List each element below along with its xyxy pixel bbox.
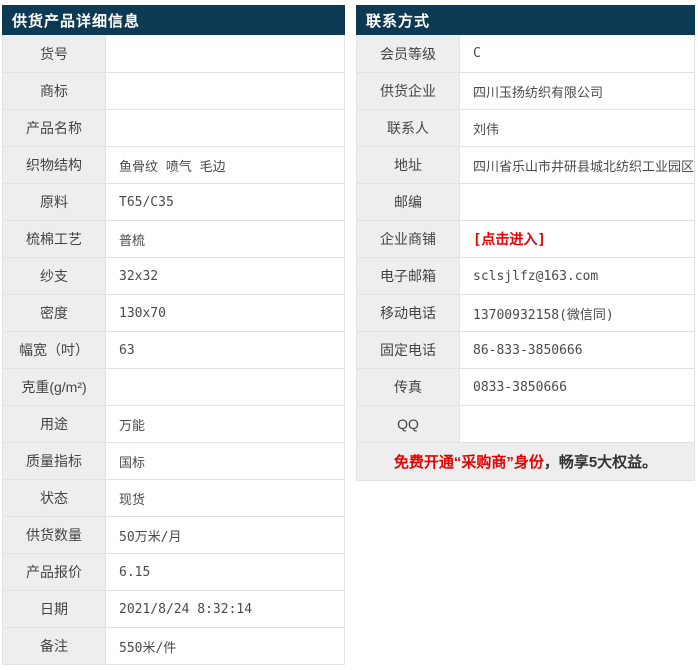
email-value: sclsjlfz@163.com xyxy=(473,268,599,284)
width-inch-value: 63 xyxy=(119,342,135,358)
date-value: 2021/8/24 8:32:14 xyxy=(119,601,253,617)
yarn-count-value: 32x32 xyxy=(119,268,159,284)
row-address: 地址 四川省乐山市井研县城北纺织工业园区 xyxy=(357,146,694,183)
contact-person-value: 刘伟 xyxy=(473,122,500,138)
contact-person-label: 联系人 xyxy=(357,110,460,146)
usage-label: 用途 xyxy=(3,406,106,442)
brand-label: 商标 xyxy=(3,73,106,109)
qq-value xyxy=(460,406,694,442)
contact-info-title: 联系方式 xyxy=(356,5,695,35)
row-contact-person: 联系人 刘伟 xyxy=(357,109,694,146)
row-density: 密度 130x70 xyxy=(3,294,344,331)
raw-material-label: 原料 xyxy=(3,184,106,220)
date-label: 日期 xyxy=(3,591,106,627)
row-date: 日期 2021/8/24 8:32:14 xyxy=(3,590,344,627)
product-info-panel: 供货产品详细信息 货号 商标 产品名称 织物结构 鱼骨纹 喷气 毛边 原料 T6… xyxy=(2,5,345,665)
buyer-promo-rest: ，畅享5大权益。 xyxy=(543,454,658,471)
remarks-label: 备注 xyxy=(3,628,106,664)
status-value: 现货 xyxy=(119,492,146,508)
product-info-title: 供货产品详细信息 xyxy=(2,5,345,35)
mobile-phone-label: 移动电话 xyxy=(357,295,460,331)
row-company-shop: 企业商铺 [点击进入] xyxy=(357,220,694,257)
raw-material-value: T65/C35 xyxy=(119,194,174,210)
row-raw-material: 原料 T65/C35 xyxy=(3,183,344,220)
company-shop-label: 企业商铺 xyxy=(357,221,460,257)
fax-label: 传真 xyxy=(357,369,460,405)
item-no-label: 货号 xyxy=(3,35,106,72)
row-supply-quantity: 供货数量 50万米/月 xyxy=(3,516,344,553)
fax-value: 0833-3850666 xyxy=(473,379,567,395)
remarks-value: 550米/件 xyxy=(119,640,177,656)
row-mobile-phone: 移动电话 13700932158(微信同) xyxy=(357,294,694,331)
mobile-phone-value: 13700932158(微信同) xyxy=(473,307,614,323)
row-carding-process: 梳棉工艺 普梳 xyxy=(3,220,344,257)
row-email: 电子邮箱 sclsjlfz@163.com xyxy=(357,257,694,294)
row-status: 状态 现货 xyxy=(3,479,344,516)
usage-value: 万能 xyxy=(119,418,146,434)
row-fax: 传真 0833-3850666 xyxy=(357,368,694,405)
row-landline-phone: 固定电话 86-833-3850666 xyxy=(357,331,694,368)
row-product-name: 产品名称 xyxy=(3,109,344,146)
row-remarks: 备注 550米/件 xyxy=(3,627,344,664)
row-supplier: 供货企业 四川玉扬纺织有限公司 xyxy=(357,72,694,109)
member-level-value: C xyxy=(473,46,481,61)
member-level-label: 会员等级 xyxy=(357,35,460,72)
fabric-structure-label: 织物结构 xyxy=(3,147,106,183)
brand-value xyxy=(106,73,344,109)
row-weight-gsm: 克重(g/m²) xyxy=(3,368,344,405)
row-qq: QQ xyxy=(357,405,694,442)
shop-enter-link[interactable]: [点击进入] xyxy=(460,221,694,257)
supplier-label: 供货企业 xyxy=(357,73,460,109)
density-value: 130x70 xyxy=(119,305,166,321)
quality-standard-value: 国标 xyxy=(119,455,146,471)
density-label: 密度 xyxy=(3,295,106,331)
row-usage: 用途 万能 xyxy=(3,405,344,442)
contact-info-panel: 联系方式 会员等级 C 供货企业 四川玉扬纺织有限公司 联系人 刘伟 地址 四川… xyxy=(356,5,695,481)
product-quote-value: 6.15 xyxy=(119,564,151,580)
carding-process-label: 梳棉工艺 xyxy=(3,221,106,257)
row-width-inch: 幅宽（吋） 63 xyxy=(3,331,344,368)
product-quote-label: 产品报价 xyxy=(3,554,106,590)
buyer-promo-link[interactable]: 免费开通“采购商”身份 xyxy=(394,451,544,472)
row-fabric-structure: 织物结构 鱼骨纹 喷气 毛边 xyxy=(3,146,344,183)
landline-phone-label: 固定电话 xyxy=(357,332,460,368)
row-quality-standard: 质量指标 国标 xyxy=(3,442,344,479)
yarn-count-label: 纱支 xyxy=(3,258,106,294)
address-value: 四川省乐山市井研县城北纺织工业园区 xyxy=(473,159,694,175)
product-detail-page: 供货产品详细信息 货号 商标 产品名称 织物结构 鱼骨纹 喷气 毛边 原料 T6… xyxy=(0,0,698,670)
postal-code-label: 邮编 xyxy=(357,184,460,220)
postal-code-value xyxy=(460,184,694,220)
row-member-level: 会员等级 C xyxy=(357,35,694,72)
landline-phone-value: 86-833-3850666 xyxy=(473,342,583,358)
weight-gsm-label: 克重(g/m²) xyxy=(3,369,106,405)
buyer-promo-row: 免费开通“采购商”身份 ，畅享5大权益。 xyxy=(357,442,694,480)
address-label: 地址 xyxy=(357,147,460,183)
width-inch-label: 幅宽（吋） xyxy=(3,332,106,368)
item-no-value xyxy=(106,35,344,72)
row-postal-code: 邮编 xyxy=(357,183,694,220)
row-yarn-count: 纱支 32x32 xyxy=(3,257,344,294)
supply-quantity-value: 50万米/月 xyxy=(119,529,182,545)
carding-process-value: 普梳 xyxy=(119,233,146,249)
product-name-label: 产品名称 xyxy=(3,110,106,146)
product-info-rows: 货号 商标 产品名称 织物结构 鱼骨纹 喷气 毛边 原料 T65/C35 梳棉工… xyxy=(2,35,345,665)
contact-info-rows: 会员等级 C 供货企业 四川玉扬纺织有限公司 联系人 刘伟 地址 四川省乐山市井… xyxy=(356,35,695,481)
supply-quantity-label: 供货数量 xyxy=(3,517,106,553)
status-label: 状态 xyxy=(3,480,106,516)
row-brand: 商标 xyxy=(3,72,344,109)
row-product-quote: 产品报价 6.15 xyxy=(3,553,344,590)
fabric-structure-value: 鱼骨纹 喷气 毛边 xyxy=(119,159,226,175)
supplier-value: 四川玉扬纺织有限公司 xyxy=(473,85,604,101)
email-label: 电子邮箱 xyxy=(357,258,460,294)
row-item-no: 货号 xyxy=(3,35,344,72)
product-name-value xyxy=(106,110,344,146)
quality-standard-label: 质量指标 xyxy=(3,443,106,479)
weight-gsm-value xyxy=(106,369,344,405)
qq-label: QQ xyxy=(357,406,460,442)
